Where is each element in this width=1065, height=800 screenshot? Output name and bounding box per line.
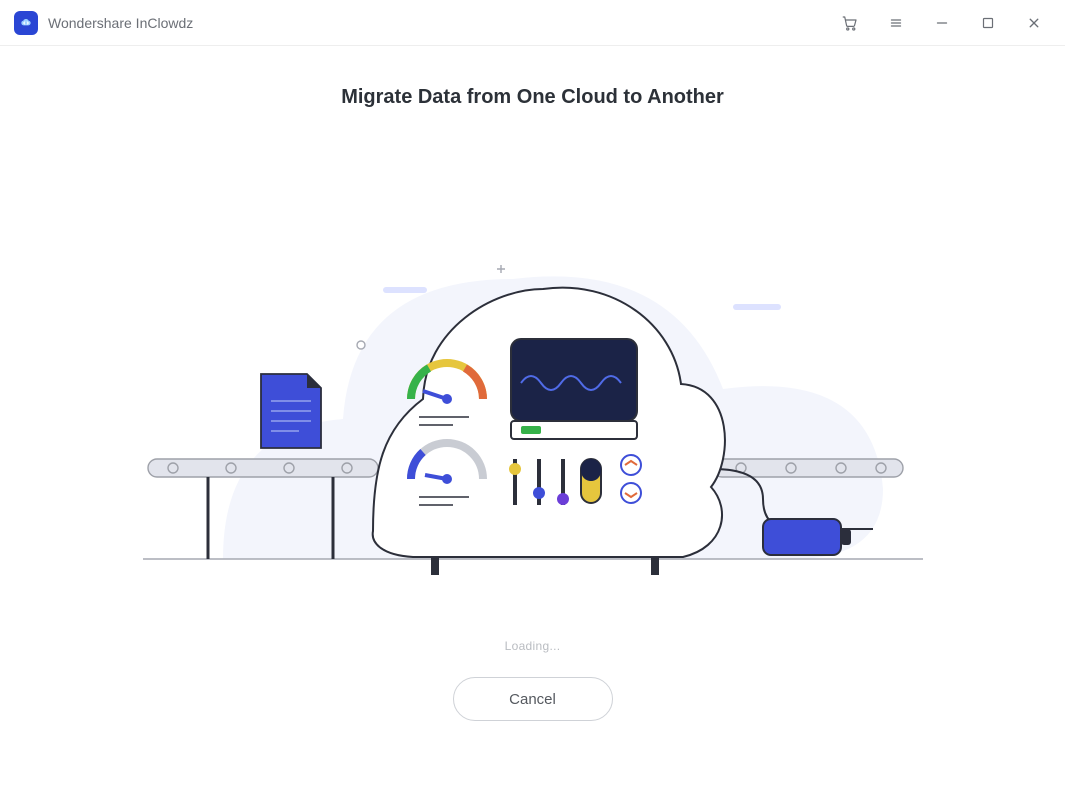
menu-icon[interactable] [887,14,905,32]
loading-status: Loading... [0,639,1065,653]
app-title: Wondershare InClowdz [48,15,193,31]
maximize-icon[interactable] [979,14,997,32]
migration-illustration [73,169,993,589]
app-logo-icon [14,11,38,35]
titlebar: Wondershare InClowdz [0,0,1065,46]
cancel-button[interactable]: Cancel [453,677,613,721]
close-icon[interactable] [1025,14,1043,32]
cart-icon[interactable] [841,14,859,32]
page-title: Migrate Data from One Cloud to Another [0,86,1065,109]
minimize-icon[interactable] [933,14,951,32]
